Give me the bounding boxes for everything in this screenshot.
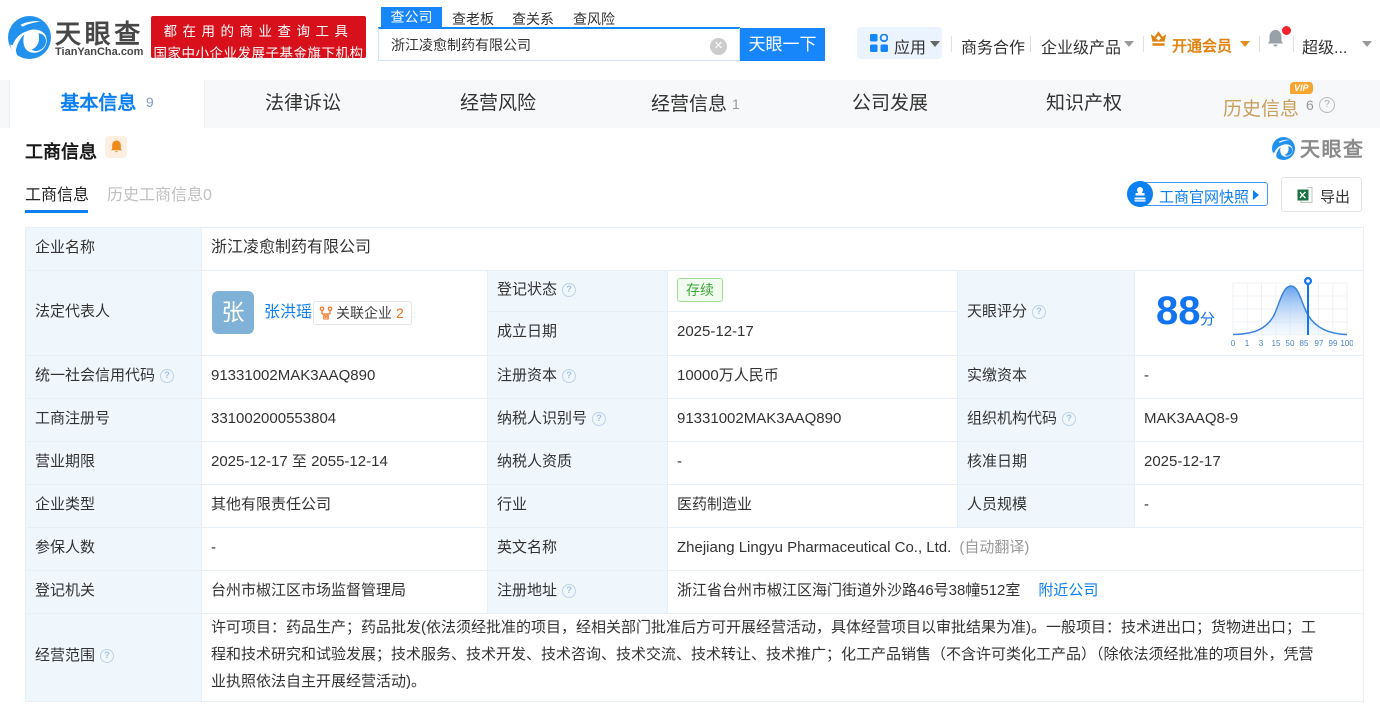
svg-text:99: 99 (1329, 339, 1338, 348)
svg-text:企: 企 (324, 314, 329, 320)
svg-text:97: 97 (1315, 339, 1324, 348)
svg-text:3: 3 (1259, 339, 1264, 348)
svg-text:50: 50 (1286, 339, 1295, 348)
svg-text:0: 0 (1231, 339, 1236, 348)
svg-text:100: 100 (1340, 339, 1353, 348)
svg-text:1: 1 (1245, 339, 1250, 348)
svg-text:15: 15 (1272, 339, 1281, 348)
svg-text:85: 85 (1300, 339, 1309, 348)
